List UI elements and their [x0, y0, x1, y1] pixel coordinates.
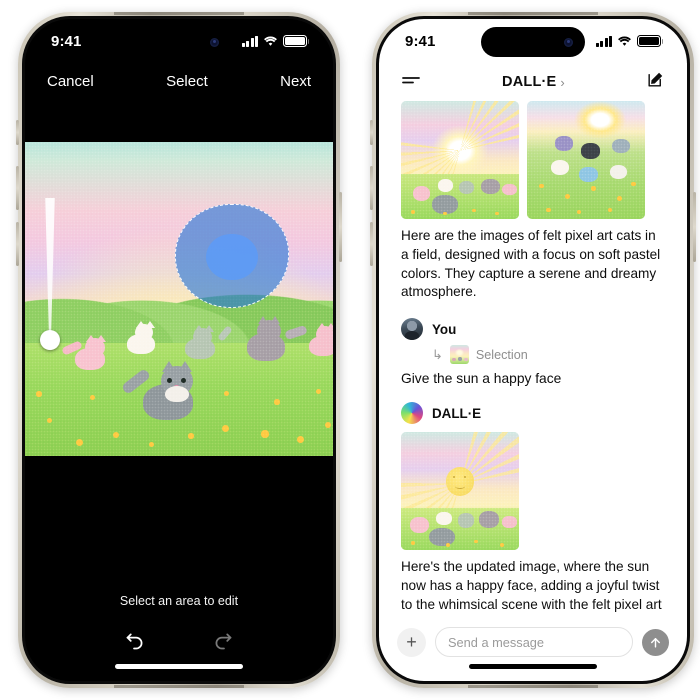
antenna-line-top — [114, 12, 244, 15]
status-time: 9:41 — [51, 32, 82, 50]
assistant-message-text: Here's the updated image, where the sun … — [401, 559, 662, 612]
antenna-line-top — [468, 12, 598, 15]
generated-image-1[interactable] — [401, 101, 519, 219]
phone-screen-chat: 9:41 DALL·E › Here are the images of fel… — [379, 19, 687, 681]
compose-icon[interactable] — [646, 70, 665, 94]
assistant-image-row[interactable] — [401, 432, 665, 550]
attachment-row[interactable]: ↳ Selection — [432, 345, 665, 364]
cancel-button[interactable]: Cancel — [47, 73, 94, 90]
selection-mask[interactable] — [175, 204, 289, 308]
chat-header: DALL·E › — [379, 63, 687, 101]
message-author: DALL·E — [432, 405, 482, 421]
avatar[interactable] — [401, 318, 423, 340]
silent-switch[interactable] — [16, 120, 19, 145]
volume-down-button[interactable] — [16, 222, 19, 266]
attachment-arrow-icon: ↳ — [432, 347, 443, 362]
status-indicators — [595, 35, 664, 47]
status-bar: 9:41 — [25, 19, 333, 63]
next-button[interactable]: Next — [280, 73, 311, 90]
message-author: You — [432, 321, 457, 337]
dynamic-island — [481, 27, 585, 57]
silent-switch[interactable] — [370, 120, 373, 145]
assistant-message-text: Here are the images of felt pixel art ca… — [401, 228, 661, 300]
status-time: 9:41 — [405, 32, 436, 50]
wifi-icon — [617, 36, 632, 47]
antenna-line-bottom — [468, 685, 598, 688]
editor-hint-text: Select an area to edit — [119, 594, 239, 608]
antenna-line-bottom — [114, 685, 244, 688]
assistant-message-header: DALL·E — [401, 402, 665, 424]
battery-icon — [637, 35, 664, 47]
avatar[interactable] — [401, 402, 423, 424]
cellular-signal-icon — [241, 35, 258, 47]
cellular-signal-icon — [595, 35, 612, 47]
undo-icon[interactable] — [121, 629, 147, 655]
battery-icon — [283, 35, 310, 47]
front-camera-icon — [564, 37, 573, 47]
wifi-icon — [263, 36, 278, 47]
phone-screen-editor: 9:41 Cancel Select Next Select an area t… — [25, 19, 333, 681]
screenshot-stage: 9:41 Cancel Select Next Select an area t… — [0, 0, 700, 700]
volume-up-button[interactable] — [370, 166, 373, 210]
status-bar: 9:41 — [379, 19, 687, 63]
chat-title[interactable]: DALL·E › — [502, 74, 565, 90]
power-button[interactable] — [339, 192, 342, 262]
editor-title: Select — [166, 73, 208, 90]
dynamic-island — [127, 27, 231, 57]
user-message-header: You — [401, 318, 665, 340]
add-attachment-button[interactable]: + — [397, 627, 426, 657]
generated-image-3[interactable] — [401, 432, 519, 550]
chat-message-list[interactable]: Here are the images of felt pixel art ca… — [379, 101, 687, 615]
user-message-text: Give the sun a happy face — [401, 371, 562, 386]
chevron-right-icon: › — [560, 74, 565, 90]
volume-up-button[interactable] — [16, 166, 19, 210]
edit-canvas[interactable] — [25, 142, 333, 456]
felt-texture-overlay — [25, 142, 333, 456]
message-composer: + Send a message — [379, 627, 687, 657]
chat-title-label: DALL·E — [502, 74, 557, 90]
phone-right-chat: 9:41 DALL·E › Here are the images of fel… — [370, 12, 696, 688]
source-image — [25, 142, 333, 456]
phone-bezel: 9:41 Cancel Select Next Select an area t… — [22, 16, 336, 684]
home-indicator[interactable] — [115, 664, 243, 669]
attachment-thumbnail[interactable] — [449, 345, 469, 364]
attachment-label: Selection — [475, 347, 528, 362]
volume-down-button[interactable] — [370, 222, 373, 266]
redo-icon[interactable] — [211, 629, 237, 655]
assistant-image-row[interactable] — [401, 101, 665, 219]
phone-left-editor: 9:41 Cancel Select Next Select an area t… — [16, 12, 342, 688]
brush-size-slider[interactable] — [40, 198, 60, 358]
editor-toolbar — [25, 629, 333, 655]
phone-bezel: 9:41 DALL·E › Here are the images of fel… — [376, 16, 690, 684]
send-button[interactable] — [642, 628, 669, 656]
sidebar-menu-icon[interactable] — [401, 73, 421, 92]
status-indicators — [241, 35, 310, 47]
front-camera-icon — [210, 37, 219, 47]
generated-image-2[interactable] — [527, 101, 645, 219]
home-indicator[interactable] — [469, 664, 597, 669]
brush-size-track — [45, 198, 55, 340]
editor-navigation-bar: Cancel Select Next — [25, 63, 333, 90]
message-input[interactable]: Send a message — [435, 627, 633, 657]
brush-size-knob[interactable] — [40, 330, 60, 350]
power-button[interactable] — [693, 192, 696, 262]
